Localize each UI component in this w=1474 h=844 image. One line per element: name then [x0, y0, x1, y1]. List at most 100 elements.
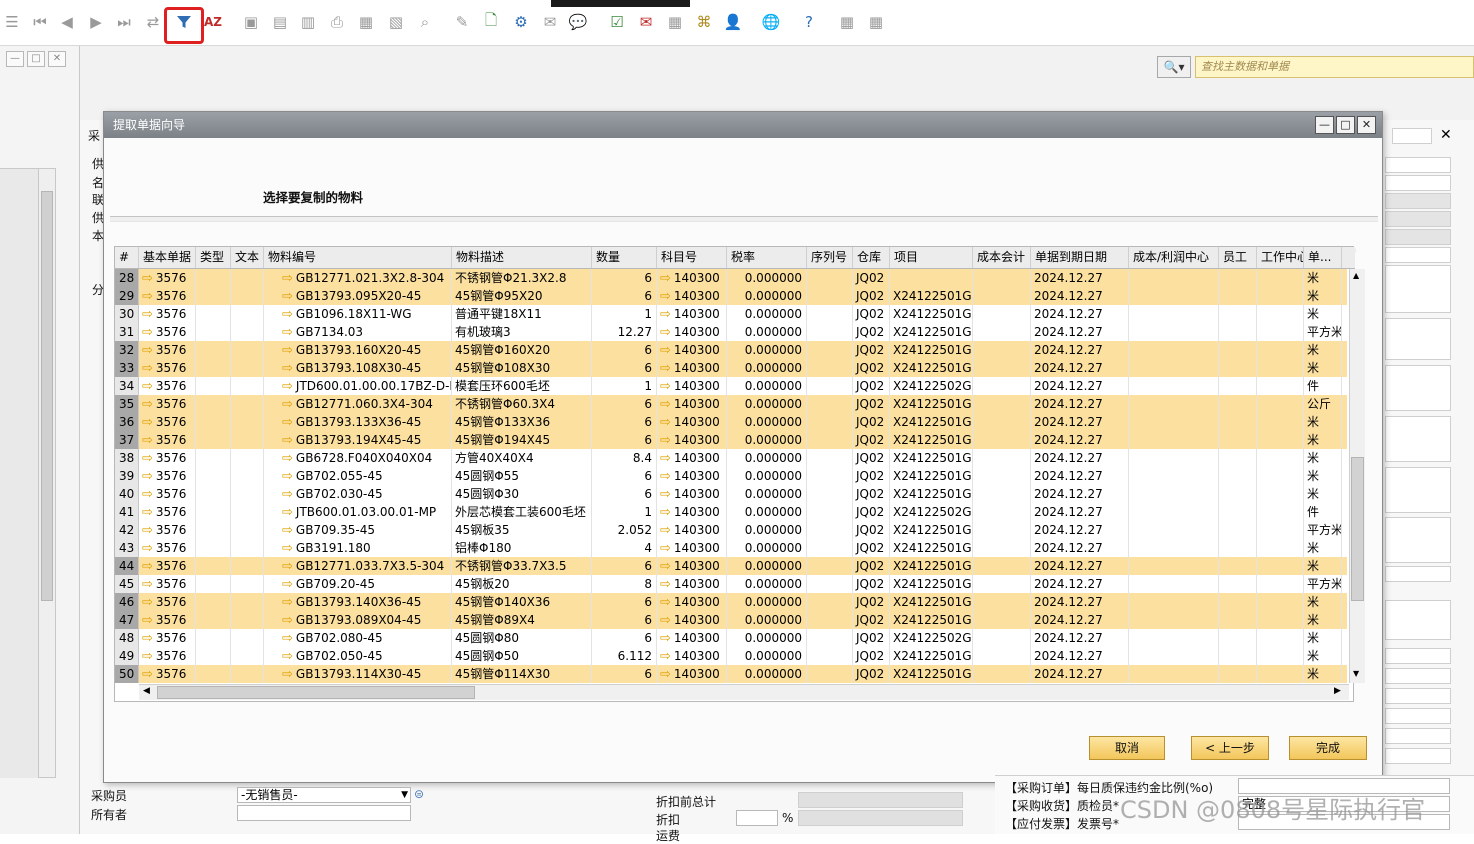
link-arrow-icon[interactable]: ⇨ — [282, 379, 293, 394]
link-arrow-icon[interactable]: ⇨ — [660, 487, 671, 502]
right-dropdown[interactable] — [1392, 128, 1432, 144]
link-arrow-icon[interactable]: ⇨ — [282, 451, 293, 466]
close-button[interactable]: ✕ — [1357, 116, 1376, 134]
right-field[interactable] — [1385, 708, 1451, 724]
link-arrow-icon[interactable]: ⇨ — [282, 577, 293, 592]
scroll-down-icon[interactable]: ▼ — [1353, 669, 1359, 678]
table-row[interactable]: 32 ⇨ 3576 ⇨ GB13793.160X20-45 45钢管Φ160X20 6 ⇨ 14… — [115, 341, 1347, 359]
link-arrow-icon[interactable]: ⇨ — [660, 577, 671, 592]
link-arrow-icon[interactable]: ⇨ — [282, 649, 293, 664]
link-arrow-icon[interactable]: ⇨ — [660, 469, 671, 484]
right-field[interactable] — [1385, 600, 1451, 640]
maximize-button[interactable]: □ — [1336, 116, 1355, 134]
column-header[interactable]: 文本 — [231, 247, 264, 268]
link-arrow-icon[interactable]: ⇨ — [282, 325, 293, 340]
link-arrow-icon[interactable]: ⇨ — [282, 271, 293, 286]
table-row[interactable]: 34 ⇨ 3576 ⇨ JTD600.01.00.00.17BZ-D-MP 模套压环600… — [115, 377, 1347, 395]
column-header[interactable]: 仓库 — [853, 247, 890, 268]
copy-from-icon[interactable]: ▤ — [270, 12, 290, 32]
web-icon[interactable]: 🌐 — [761, 12, 781, 32]
link-arrow-icon[interactable]: ⇨ — [660, 667, 671, 682]
link-arrow-icon[interactable]: ⇨ — [282, 667, 293, 682]
link-arrow-icon[interactable]: ⇨ — [282, 307, 293, 322]
column-header[interactable]: 工作中心 — [1257, 247, 1304, 268]
minimize-icon[interactable]: — — [6, 51, 24, 67]
comment-icon[interactable]: 💬 — [568, 12, 588, 32]
minimize-button[interactable]: — — [1315, 116, 1334, 134]
grid-alt-icon[interactable]: ▦ — [866, 12, 886, 32]
column-header[interactable]: 物料描述 — [452, 247, 592, 268]
link-arrow-icon[interactable]: ⇨ — [282, 595, 293, 610]
print-icon[interactable]: ⎙ — [327, 12, 347, 32]
back-button[interactable]: < 上一步 — [1191, 736, 1269, 760]
right-field[interactable] — [1385, 728, 1451, 744]
calculator-icon[interactable]: ▦ — [665, 12, 685, 32]
column-header[interactable]: 员工 — [1219, 247, 1257, 268]
link-arrow-icon[interactable]: ⇨ — [660, 379, 671, 394]
link-arrow-icon[interactable]: ⇨ — [142, 559, 153, 574]
table-row[interactable]: 46 ⇨ 3576 ⇨ GB13793.140X36-45 45钢管Φ140X36 6 ⇨ 14… — [115, 593, 1347, 611]
right-field[interactable] — [1385, 748, 1451, 764]
link-arrow-icon[interactable]: ⇨ — [142, 541, 153, 556]
link-arrow-icon[interactable]: ⇨ — [282, 343, 293, 358]
buyer-select[interactable]: -无销售员- ▼ — [237, 787, 411, 803]
link-arrow-icon[interactable]: ⇨ — [282, 289, 293, 304]
hierarchy-icon[interactable]: ⌘ — [694, 12, 714, 32]
grid-icon[interactable]: ▦ — [837, 12, 857, 32]
link-arrow-icon[interactable]: ⇨ — [142, 307, 153, 322]
mail-icon[interactable]: ✉ — [636, 12, 656, 32]
link-arrow-icon[interactable]: ⇨ — [282, 523, 293, 538]
refresh-icon[interactable]: ⇄ — [143, 12, 163, 32]
message-icon[interactable]: ✉ — [540, 12, 560, 32]
report-icon[interactable]: ▧ — [386, 12, 406, 32]
last-record-icon[interactable]: ⏭ — [114, 12, 134, 32]
link-arrow-icon[interactable]: ⇨ — [142, 325, 153, 340]
copy-to-icon[interactable]: ▥ — [298, 12, 318, 32]
table-row[interactable]: 35 ⇨ 3576 ⇨ GB12771.060.3X4-304 不锈钢管Φ60.3X4 6 ⇨… — [115, 395, 1347, 413]
link-arrow-icon[interactable]: ⇨ — [660, 289, 671, 304]
info-icon[interactable]: ⊜ — [414, 787, 424, 801]
link-arrow-icon[interactable]: ⇨ — [282, 631, 293, 646]
table-row[interactable]: 36 ⇨ 3576 ⇨ GB13793.133X36-45 45钢管Φ133X36 6 ⇨ 14… — [115, 413, 1347, 431]
link-arrow-icon[interactable]: ⇨ — [142, 397, 153, 412]
link-arrow-icon[interactable]: ⇨ — [142, 631, 153, 646]
right-field[interactable] — [1385, 157, 1451, 173]
link-arrow-icon[interactable]: ⇨ — [142, 379, 153, 394]
search-input[interactable]: 查找主数据和单据 — [1195, 56, 1474, 78]
column-header[interactable]: 物料编号 — [264, 247, 452, 268]
link-arrow-icon[interactable]: ⇨ — [142, 649, 153, 664]
new-document-icon[interactable]: 🗋 — [481, 11, 501, 32]
column-header[interactable]: 成本/利润中心 — [1129, 247, 1219, 268]
link-arrow-icon[interactable]: ⇨ — [660, 541, 671, 556]
link-arrow-icon[interactable]: ⇨ — [660, 415, 671, 430]
discount-percent-field[interactable] — [736, 810, 778, 826]
link-arrow-icon[interactable]: ⇨ — [142, 487, 153, 502]
scroll-right-icon[interactable]: ▶ — [1334, 686, 1341, 696]
link-arrow-icon[interactable]: ⇨ — [142, 361, 153, 376]
link-arrow-icon[interactable]: ⇨ — [142, 469, 153, 484]
link-arrow-icon[interactable]: ⇨ — [282, 415, 293, 430]
link-arrow-icon[interactable]: ⇨ — [142, 595, 153, 610]
scroll-up-icon[interactable]: ▲ — [1353, 271, 1359, 280]
right-field[interactable] — [1385, 517, 1451, 563]
cancel-button[interactable]: 取消 — [1089, 736, 1165, 760]
table-row[interactable]: 44 ⇨ 3576 ⇨ GB12771.033.7X3.5-304 不锈钢管Φ33.7X3… — [115, 557, 1347, 575]
link-arrow-icon[interactable]: ⇨ — [282, 469, 293, 484]
link-arrow-icon[interactable]: ⇨ — [282, 541, 293, 556]
link-arrow-icon[interactable]: ⇨ — [660, 271, 671, 286]
scroll-thumb[interactable] — [1351, 457, 1364, 601]
column-header[interactable]: 基本单据 — [139, 247, 196, 268]
right-field[interactable] — [1385, 467, 1451, 513]
link-arrow-icon[interactable]: ⇨ — [660, 523, 671, 538]
link-arrow-icon[interactable]: ⇨ — [282, 559, 293, 574]
settings-icon[interactable]: ⚙ — [511, 12, 531, 32]
link-arrow-icon[interactable]: ⇨ — [660, 307, 671, 322]
document-icon[interactable]: ▣ — [241, 12, 261, 32]
list-icon[interactable]: ☰ — [2, 12, 22, 32]
preview-icon[interactable]: ⌕ — [415, 12, 435, 32]
scroll-left-icon[interactable]: ◀ — [143, 686, 150, 696]
right-field[interactable] — [1385, 416, 1451, 462]
link-arrow-icon[interactable]: ⇨ — [660, 649, 671, 664]
help-icon[interactable]: ? — [799, 12, 819, 32]
table-row[interactable]: 38 ⇨ 3576 ⇨ GB6728.F040X040X04 方管40X40X4 8.4 ⇨ 1… — [115, 449, 1347, 467]
